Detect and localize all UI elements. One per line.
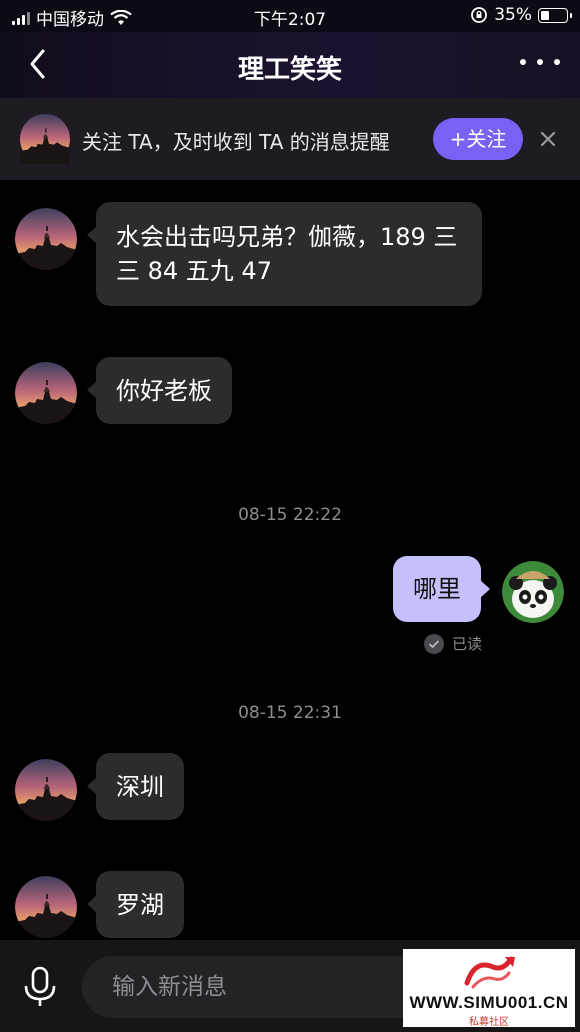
watermark-url: WWW.SIMU001.CN	[409, 993, 569, 1012]
follow-prompt: 关注 TA，及时收到 TA 的消息提醒	[82, 130, 390, 154]
orientation-lock-icon	[471, 7, 488, 23]
watermark-logo	[464, 956, 515, 989]
battery-fill	[541, 10, 550, 20]
message-bubble-incoming[interactable]: 深圳	[87, 753, 184, 820]
more-options-button[interactable]	[520, 52, 560, 72]
message-bubble-outgoing[interactable]: 哪里	[393, 556, 490, 622]
contact-avatar[interactable]	[15, 208, 77, 270]
read-receipt: 已读	[424, 633, 482, 654]
contact-avatar[interactable]	[15, 362, 77, 424]
more-dot-icon	[520, 59, 526, 65]
contact-avatar[interactable]	[15, 759, 77, 821]
read-status: 已读	[452, 635, 483, 653]
nav-bar: 理工笑笑	[0, 32, 580, 98]
status-right: 35%	[470, 5, 572, 25]
watermark: WWW.SIMU001.CN 私募社区	[403, 949, 575, 1028]
page-title: 理工笑笑	[237, 55, 342, 85]
user-avatar[interactable]	[502, 561, 564, 623]
battery-percent: 35%	[494, 5, 532, 25]
follow-banner: 关注 TA，及时收到 TA 的消息提醒 +关注	[0, 98, 580, 180]
message-bubble-incoming[interactable]: 你好老板	[87, 357, 232, 424]
watermark-subtitle: 私募社区	[469, 1017, 509, 1028]
message-timestamp: 08-15 22:31	[238, 703, 342, 723]
close-icon[interactable]	[537, 128, 559, 150]
message-timestamp: 08-15 22:22	[238, 505, 342, 525]
contact-avatar[interactable]	[20, 114, 70, 164]
check-icon	[424, 633, 444, 654]
message-bubble-incoming[interactable]: 水会出击吗兄弟？伽薇，189 三三 84 五九 47	[87, 202, 482, 306]
follow-button[interactable]: +关注	[433, 118, 523, 160]
more-dot-icon	[537, 59, 543, 65]
more-dot-icon	[554, 59, 560, 65]
microphone-icon[interactable]	[22, 966, 58, 1008]
contact-avatar[interactable]	[15, 876, 77, 938]
status-bar: 中国移动 下午2:07 35%	[0, 0, 580, 32]
battery-icon	[538, 7, 572, 23]
message-bubble-incoming[interactable]: 罗湖	[87, 871, 184, 938]
